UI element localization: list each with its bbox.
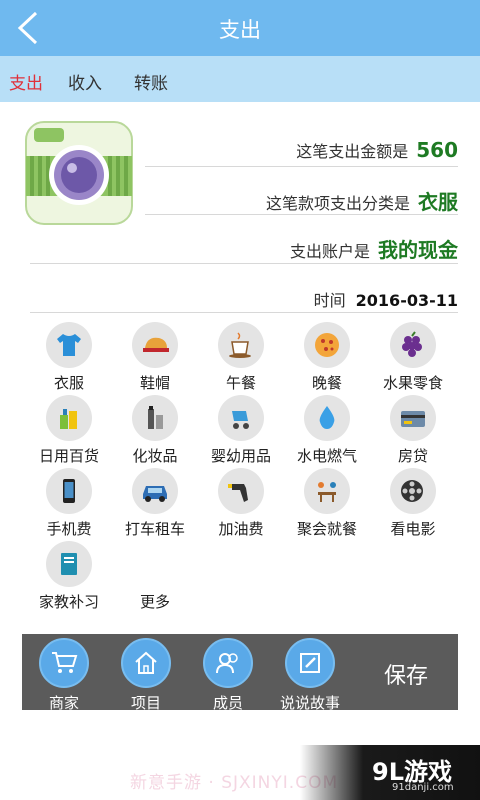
tab-expense[interactable]: 支出 — [9, 69, 43, 94]
category-value: 衣服 — [418, 190, 458, 214]
time-value: 2016-03-11 — [355, 291, 458, 310]
fuel-nozzle-icon — [228, 484, 248, 502]
account-label: 支出账户是 — [289, 242, 370, 261]
category-item-movies[interactable]: 看电影 — [370, 464, 456, 539]
amount-value: 560 — [416, 138, 458, 162]
stroller-icon — [232, 411, 249, 429]
category-item-more[interactable]: 更多 — [112, 537, 198, 612]
edit-icon — [300, 653, 320, 673]
category-item-phone-bill[interactable]: 手机费 — [26, 464, 112, 539]
category-label: 这笔款项支出分类是 — [265, 194, 410, 213]
grapes-icon — [402, 331, 422, 357]
category-item-fruit-snacks[interactable]: 水果零食 — [370, 318, 456, 393]
account-row[interactable]: 支出账户是 我的现金 — [290, 234, 458, 263]
category-item-tutoring[interactable]: 家教补习 — [26, 537, 112, 612]
save-button[interactable]: 保存 — [384, 658, 428, 690]
category-item-utilities[interactable]: 水电燃气 — [284, 391, 370, 466]
time-row[interactable]: 时间 2016-03-11 — [314, 287, 458, 311]
page-title: 支出 — [219, 18, 261, 42]
category-item-baby-goods[interactable]: 婴幼用品 — [198, 391, 284, 466]
amount-row[interactable]: 这笔支出金额是 560 — [296, 138, 458, 162]
type-tab-bar: 支出 收入 转账 — [0, 56, 480, 102]
category-item-taxi[interactable]: 打车租车 — [112, 464, 198, 539]
top-app-bar: 支出 — [0, 0, 480, 56]
coffee-icon — [229, 332, 251, 358]
groceries-icon — [60, 409, 77, 429]
story-button[interactable]: 说说故事 — [270, 638, 350, 713]
tab-income[interactable]: 收入 — [68, 69, 102, 94]
account-value: 我的现金 — [378, 238, 458, 262]
divider — [30, 263, 458, 264]
category-row[interactable]: 这笔款项支出分类是 衣服 — [266, 186, 458, 215]
category-item-cosmetics[interactable]: 化妆品 — [112, 391, 198, 466]
book-icon — [61, 553, 77, 575]
divider — [145, 214, 458, 215]
category-item-clothes[interactable]: 衣服 — [26, 318, 112, 393]
project-button[interactable]: 项目 — [106, 638, 186, 713]
divider — [145, 166, 458, 167]
tshirt-icon — [57, 334, 81, 356]
card-icon — [401, 411, 425, 427]
category-item-fuel[interactable]: 加油费 — [198, 464, 284, 539]
film-reel-icon — [401, 480, 423, 502]
phone-icon — [63, 479, 75, 503]
category-item-lunch[interactable]: 午餐 — [198, 318, 284, 393]
water-drop-icon — [319, 406, 335, 429]
members-icon — [216, 653, 238, 674]
shopping-cart-icon — [52, 652, 78, 673]
category-item-mortgage[interactable]: 房贷 — [370, 391, 456, 466]
merchant-button[interactable]: 商家 — [24, 638, 104, 713]
dining-icon — [318, 482, 336, 502]
cosmetics-icon — [148, 406, 163, 429]
tab-transfer[interactable]: 转账 — [134, 69, 168, 94]
bottom-action-bar: 商家 项目 成员 说说故事 保存 — [22, 634, 458, 713]
divider — [30, 312, 458, 313]
cap-icon — [143, 337, 169, 352]
car-icon — [143, 486, 167, 502]
home-icon — [135, 651, 157, 674]
amount-label: 这笔支出金额是 — [296, 142, 409, 161]
category-item-gathering[interactable]: 聚会就餐 — [284, 464, 370, 539]
camera-icon[interactable] — [24, 120, 134, 226]
pizza-icon — [315, 333, 339, 357]
category-item-daily-goods[interactable]: 日用百货 — [26, 391, 112, 466]
category-item-hats[interactable]: 鞋帽 — [112, 318, 198, 393]
watermark-logo-url: 91danji.com — [392, 782, 454, 793]
category-item-dinner[interactable]: 晚餐 — [284, 318, 370, 393]
member-button[interactable]: 成员 — [188, 638, 268, 713]
time-label: 时间 — [313, 291, 346, 310]
